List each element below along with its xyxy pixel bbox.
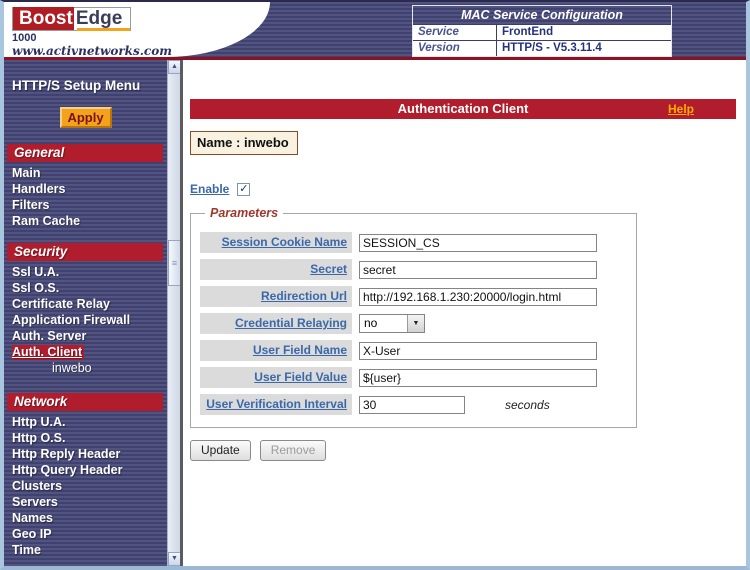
- logo-underline-decoration: [77, 28, 130, 31]
- param-label-link-user-field-name[interactable]: User Field Name: [253, 343, 347, 357]
- sidebar-scrollbar[interactable]: ▲ ▼: [167, 60, 180, 566]
- sidebar-item-time[interactable]: Time: [4, 542, 167, 558]
- scroll-up-icon[interactable]: ▲: [168, 60, 180, 74]
- mac-info-row: VersionHTTP/S - V5.3.11.4: [413, 40, 671, 56]
- sidebar-section-network: Network: [7, 393, 163, 411]
- sidebar-item-auth-server[interactable]: Auth. Server: [4, 328, 167, 344]
- logo-boost-text: Boost: [13, 7, 74, 30]
- sidebar-item-ram-cache[interactable]: Ram Cache: [4, 213, 167, 229]
- param-row-secret: Secret: [200, 259, 636, 280]
- update-button[interactable]: Update: [190, 440, 251, 461]
- boostedge-logo: BoostEdge: [12, 7, 131, 31]
- mac-info-label: Service: [413, 25, 497, 40]
- param-label-link-user-verification-interval[interactable]: User Verification Interval: [206, 397, 347, 411]
- mac-info-rows: ServiceFrontEndVersionHTTP/S - V5.3.11.4: [413, 24, 671, 56]
- sidebar-menu: General MainHandlersFiltersRam Cache Secur…: [4, 144, 167, 558]
- param-label-link-redirection-url[interactable]: Redirection Url: [261, 289, 347, 303]
- enable-link[interactable]: Enable: [190, 182, 229, 196]
- sidebar-item-servers[interactable]: Servers: [4, 494, 167, 510]
- param-row-user-verification-interval: User Verification Interval seconds: [200, 394, 636, 415]
- param-label-user-verification-interval: User Verification Interval: [200, 394, 352, 415]
- client-name-box: Name : inwebo: [190, 131, 298, 155]
- logo-website-text: www.activnetworks.com: [12, 44, 166, 57]
- param-select-credential-relaying[interactable]: no▼: [359, 314, 425, 333]
- param-select-value: no: [360, 315, 407, 332]
- param-input-secret[interactable]: [359, 261, 597, 279]
- mac-info-value: FrontEnd: [497, 25, 671, 40]
- top-banner: BoostEdge 1000 www.activnetworks.com MAC…: [4, 2, 746, 57]
- sidebar-item-http-o-s-[interactable]: Http O.S.: [4, 430, 167, 446]
- sidebar-item-handlers[interactable]: Handlers: [4, 181, 167, 197]
- app-window: BoostEdge 1000 www.activnetworks.com MAC…: [0, 0, 750, 570]
- param-input-session-cookie-name[interactable]: [359, 234, 597, 252]
- sidebar-item-ssl-o-s-[interactable]: Ssl O.S.: [4, 280, 167, 296]
- help-link[interactable]: Help: [668, 99, 694, 119]
- parameter-rows: Session Cookie Name Secret Redirection Url…: [200, 232, 636, 415]
- param-label-link-session-cookie-name[interactable]: Session Cookie Name: [222, 235, 347, 249]
- param-label-credential-relaying: Credential Relaying: [200, 313, 352, 334]
- param-label-link-secret[interactable]: Secret: [310, 262, 347, 276]
- param-input-user-field-value[interactable]: [359, 369, 597, 387]
- parameters-legend: Parameters: [205, 206, 283, 220]
- sidebar-section-security: Security: [7, 243, 163, 261]
- param-row-credential-relaying: Credential Relaying no▼: [200, 313, 636, 334]
- param-input-user-verification-interval[interactable]: [359, 396, 465, 414]
- sidebar-item-clusters[interactable]: Clusters: [4, 478, 167, 494]
- enable-row: Enable ✓: [190, 182, 746, 196]
- sidebar-section-general: General: [7, 144, 163, 162]
- sidebar-item-names[interactable]: Names: [4, 510, 167, 526]
- sidebar-item-main[interactable]: Main: [4, 165, 167, 181]
- logo-model-number: 1000: [12, 32, 166, 44]
- sidebar-item-auth-client[interactable]: Auth. Client: [4, 344, 167, 360]
- sidebar-item-filters[interactable]: Filters: [4, 197, 167, 213]
- sidebar-item-http-reply-header[interactable]: Http Reply Header: [4, 446, 167, 462]
- sidebar-item-application-firewall[interactable]: Application Firewall: [4, 312, 167, 328]
- mac-info-value: HTTP/S - V5.3.11.4: [497, 41, 671, 56]
- action-buttons-row: Update Remove: [190, 440, 746, 461]
- param-input-redirection-url[interactable]: [359, 288, 597, 306]
- enable-checkbox[interactable]: ✓: [237, 183, 250, 196]
- param-row-user-field-value: User Field Value: [200, 367, 636, 388]
- mac-info-row: ServiceFrontEnd: [413, 24, 671, 40]
- remove-button: Remove: [260, 440, 327, 461]
- sidebar-item-certificate-relay[interactable]: Certificate Relay: [4, 296, 167, 312]
- sidebar: HTTP/S Setup Menu Apply General MainHandl…: [4, 60, 180, 566]
- param-input-user-field-name[interactable]: [359, 342, 597, 360]
- scroll-down-icon[interactable]: ▼: [168, 552, 180, 566]
- mac-service-configuration-panel: MAC Service Configuration ServiceFrontEn…: [412, 5, 672, 57]
- param-label-secret: Secret: [200, 259, 352, 280]
- sidebar-item-http-query-header[interactable]: Http Query Header: [4, 462, 167, 478]
- logo-area: BoostEdge 1000 www.activnetworks.com: [4, 2, 166, 57]
- param-row-session-cookie-name: Session Cookie Name: [200, 232, 636, 253]
- logo-curve-decoration: [166, 2, 270, 57]
- sidebar-item-geo-ip[interactable]: Geo IP: [4, 526, 167, 542]
- mac-info-label: Version: [413, 41, 497, 56]
- parameters-fieldset: Parameters Session Cookie Name Secret Redi…: [190, 206, 637, 428]
- sidebar-item-http-u-a-[interactable]: Http U.A.: [4, 414, 167, 430]
- apply-button[interactable]: Apply: [60, 107, 112, 128]
- sidebar-item-inwebo[interactable]: inwebo: [4, 360, 167, 376]
- param-label-session-cookie-name: Session Cookie Name: [200, 232, 352, 253]
- main-content: Authentication Client Help Name : inwebo…: [183, 60, 746, 566]
- param-row-redirection-url: Redirection Url: [200, 286, 636, 307]
- param-row-user-field-name: User Field Name: [200, 340, 636, 361]
- sidebar-item-selected-label: Auth. Client: [12, 345, 84, 360]
- mac-panel-title: MAC Service Configuration: [413, 6, 671, 24]
- sidebar-item-ssl-u-a-[interactable]: Ssl U.A.: [4, 264, 167, 280]
- scrollbar-thumb[interactable]: [168, 240, 180, 286]
- page-title: Authentication Client: [190, 99, 736, 119]
- sidebar-title: HTTP/S Setup Menu: [12, 78, 167, 93]
- param-label-user-field-value: User Field Value: [200, 367, 352, 388]
- param-label-link-user-field-value[interactable]: User Field Value: [254, 370, 347, 384]
- logo-edge-text: Edge: [74, 7, 130, 30]
- param-label-redirection-url: Redirection Url: [200, 286, 352, 307]
- page-header-bar: Authentication Client Help: [190, 99, 736, 119]
- chevron-down-icon[interactable]: ▼: [407, 315, 424, 332]
- param-suffix-user-verification-interval: seconds: [505, 398, 550, 412]
- param-label-link-credential-relaying[interactable]: Credential Relaying: [235, 316, 347, 330]
- param-label-user-field-name: User Field Name: [200, 340, 352, 361]
